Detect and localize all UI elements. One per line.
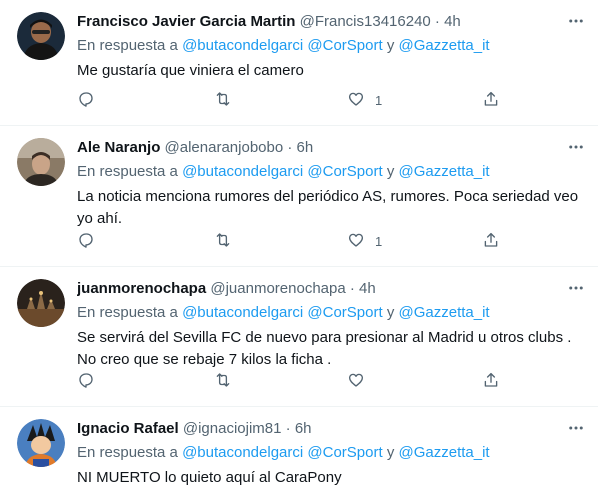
mention-link[interactable]: @butacondelgarci [182, 37, 303, 54]
separator-dot: · [285, 420, 291, 437]
tweet[interactable]: Ale Naranjo @alenaranjobobo · 6h En resp… [0, 126, 598, 267]
tweet-feed: Francisco Javier Garcia Martin @Francis1… [0, 0, 598, 487]
retweet-icon [214, 371, 232, 392]
more-options-icon[interactable] [566, 12, 586, 32]
mention-link[interactable]: @Gazzetta_it [398, 304, 489, 321]
like-button[interactable] [347, 371, 375, 391]
avatar[interactable] [17, 12, 65, 60]
share-icon [482, 371, 500, 392]
more-options-icon[interactable] [566, 279, 586, 299]
avatar[interactable] [17, 138, 65, 186]
reply-conjunction: y [386, 444, 395, 461]
separator-dot: · [349, 280, 355, 297]
timestamp[interactable]: 4h [444, 13, 461, 30]
more-options-icon[interactable] [566, 419, 586, 439]
tweet-actions: 1 [77, 90, 507, 110]
mention-link[interactable]: @butacondelgarci [182, 163, 303, 180]
like-button[interactable]: 1 [347, 231, 382, 251]
reply-icon [77, 371, 95, 392]
timestamp[interactable]: 6h [295, 420, 312, 437]
reply-context: En respuesta a @butacondelgarci @CorSpor… [77, 36, 586, 56]
retweet-icon [214, 90, 232, 111]
tweet-header: Ignacio Rafael @ignaciojim81 · 6h [77, 419, 586, 439]
user-handle[interactable]: @alenaranjobobo [165, 139, 284, 156]
retweet-button[interactable] [214, 90, 232, 110]
retweet-button[interactable] [214, 231, 232, 251]
tweet-actions: 1 [77, 231, 507, 251]
like-icon [347, 90, 365, 111]
mention-link[interactable]: @CorSport [307, 444, 382, 461]
separator-dot: · [434, 13, 440, 30]
reply-conjunction: y [386, 163, 395, 180]
reply-prefix: En respuesta a [77, 304, 178, 321]
tweet-text: Se servirá del Sevilla FC de nuevo para … [77, 329, 572, 368]
tweet-text: Me gustaría que viniera el camero [77, 62, 304, 79]
display-name[interactable]: Francisco Javier Garcia Martin [77, 13, 295, 30]
tweet-header: Ale Naranjo @alenaranjobobo · 6h [77, 138, 586, 158]
reply-context: En respuesta a @butacondelgarci @CorSpor… [77, 162, 586, 182]
reply-prefix: En respuesta a [77, 37, 178, 54]
reply-context: En respuesta a @butacondelgarci @CorSpor… [77, 303, 586, 323]
display-name[interactable]: Ignacio Rafael [77, 420, 179, 437]
user-handle[interactable]: @juanmorenochapa [210, 280, 345, 297]
like-count: 1 [375, 92, 383, 108]
reply-conjunction: y [386, 37, 395, 54]
reply-prefix: En respuesta a [77, 444, 178, 461]
reply-context: En respuesta a @butacondelgarci @CorSpor… [77, 443, 586, 463]
reply-button[interactable] [77, 231, 95, 251]
mention-link[interactable]: @Gazzetta_it [398, 37, 489, 54]
tweet-text: La noticia menciona rumores del periódic… [77, 188, 579, 227]
display-name[interactable]: Ale Naranjo [77, 139, 160, 156]
user-handle[interactable]: @ignaciojim81 [183, 420, 282, 437]
reply-icon [77, 90, 95, 111]
avatar[interactable] [17, 279, 65, 327]
mention-link[interactable]: @CorSport [307, 304, 382, 321]
share-button[interactable] [482, 231, 500, 251]
tweet[interactable]: Francisco Javier Garcia Martin @Francis1… [0, 0, 598, 126]
like-button[interactable]: 1 [347, 90, 382, 110]
display-name[interactable]: juanmorenochapa [77, 280, 206, 297]
reply-conjunction: y [386, 304, 395, 321]
tweet[interactable]: Ignacio Rafael @ignaciojim81 · 6h En res… [0, 407, 598, 487]
retweet-button[interactable] [214, 371, 232, 391]
retweet-icon [214, 231, 232, 252]
timestamp[interactable]: 6h [297, 139, 314, 156]
like-count: 1 [375, 233, 383, 249]
tweet-actions [77, 371, 507, 391]
timestamp[interactable]: 4h [359, 280, 376, 297]
reply-button[interactable] [77, 371, 95, 391]
tweet-header: Francisco Javier Garcia Martin @Francis1… [77, 12, 586, 32]
tweet[interactable]: juanmorenochapa @juanmorenochapa · 4h En… [0, 267, 598, 407]
share-icon [482, 90, 500, 111]
tweet-header: juanmorenochapa @juanmorenochapa · 4h [77, 279, 586, 299]
like-icon [347, 371, 365, 392]
mention-link[interactable]: @Gazzetta_it [398, 444, 489, 461]
reply-prefix: En respuesta a [77, 163, 178, 180]
share-button[interactable] [482, 90, 500, 110]
user-handle[interactable]: @Francis13416240 [300, 13, 431, 30]
separator-dot: · [287, 139, 293, 156]
reply-button[interactable] [77, 90, 95, 110]
mention-link[interactable]: @CorSport [307, 163, 382, 180]
more-options-icon[interactable] [566, 138, 586, 158]
tweet-text: NI MUERTO lo quieto aquí al CaraPony [77, 469, 342, 486]
like-icon [347, 231, 365, 252]
mention-link[interactable]: @butacondelgarci [182, 444, 303, 461]
share-button[interactable] [482, 371, 500, 391]
mention-link[interactable]: @CorSport [307, 37, 382, 54]
avatar[interactable] [17, 419, 65, 467]
reply-icon [77, 231, 95, 252]
mention-link[interactable]: @Gazzetta_it [398, 163, 489, 180]
share-icon [482, 231, 500, 252]
mention-link[interactable]: @butacondelgarci [182, 304, 303, 321]
